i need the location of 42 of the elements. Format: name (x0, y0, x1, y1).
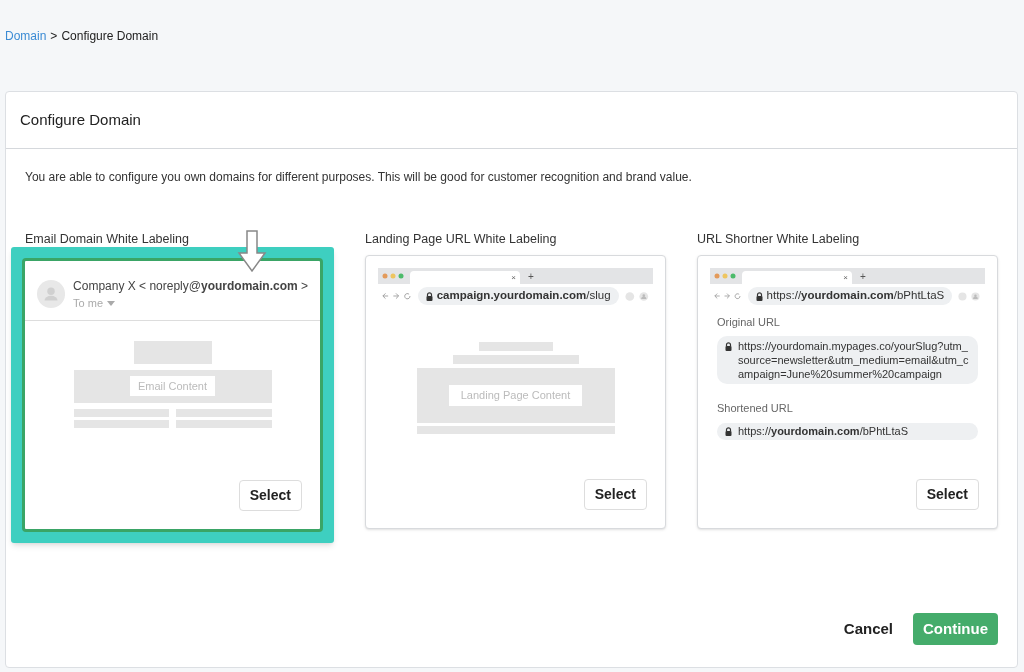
pointer-arrow-icon (237, 229, 267, 273)
panel-title: Configure Domain (20, 109, 141, 130)
option-card[interactable]: × + campaign.yourdomain.com/slug Landing Page Content Select (365, 255, 666, 529)
option-label: Email Domain White Labeling (25, 231, 190, 247)
profile-icons (624, 290, 649, 302)
original-url-text: https://yourdomain.mypages.co/yourSlug?utm_source=newsletter&utm_medium=email&utm_campaign=June%20summer%20campaign (738, 338, 970, 381)
recipient-text: To me (73, 296, 103, 311)
window-dots-icon (714, 273, 738, 279)
tab-close[interactable]: × (843, 273, 848, 282)
address-text: campaign.yourdomain.com/slug (436, 288, 611, 304)
new-tab[interactable]: + (860, 272, 866, 282)
breadcrumb-separator: > (50, 28, 58, 45)
shortened-url-text: https://yourdomain.com/bPhtLtaS (738, 424, 908, 440)
nav-arrows-icon (382, 292, 412, 300)
avatar-icon (37, 279, 66, 310)
lock-icon (725, 341, 732, 351)
breadcrumb-current: Configure Domain (61, 28, 159, 45)
content-label: Email Content (129, 375, 216, 397)
breadcrumb-link[interactable]: Domain (5, 27, 47, 45)
cancel-button[interactable]: Cancel (843, 617, 893, 640)
address-text: https://yourdomain.com/bPhtLtaS (766, 288, 945, 304)
lock-icon (425, 291, 433, 301)
content-label: Landing Page Content (448, 385, 583, 406)
new-tab[interactable]: + (528, 272, 534, 282)
option-label: Landing Page URL White Labeling (365, 231, 558, 247)
original-url-label: Original URL (717, 315, 781, 330)
lock-icon (755, 291, 763, 301)
select-button[interactable]: Select (238, 480, 302, 511)
nav-arrows-icon (714, 292, 742, 300)
option-card[interactable]: Company X < noreply@yourdomain.com > To me Email Content Select (22, 258, 323, 532)
tab-close[interactable]: × (511, 273, 516, 282)
shortened-url-label: Shortened URL (717, 400, 794, 416)
panel-description: You are able to configure you own domains for different purposes. This will be good for customer recognition and brand value. (24, 169, 693, 186)
dropdown-icon (107, 300, 115, 306)
option-card[interactable] (697, 255, 998, 529)
sender-text: Company X < noreply@yourdomain.com > (73, 278, 308, 295)
select-button[interactable]: Select (915, 479, 979, 510)
option-label: URL Shortner White Labeling (697, 231, 861, 247)
window-dots-icon (382, 273, 406, 279)
lock-icon (725, 427, 732, 436)
select-button[interactable]: Select (583, 479, 647, 510)
profile-icons (958, 290, 981, 302)
